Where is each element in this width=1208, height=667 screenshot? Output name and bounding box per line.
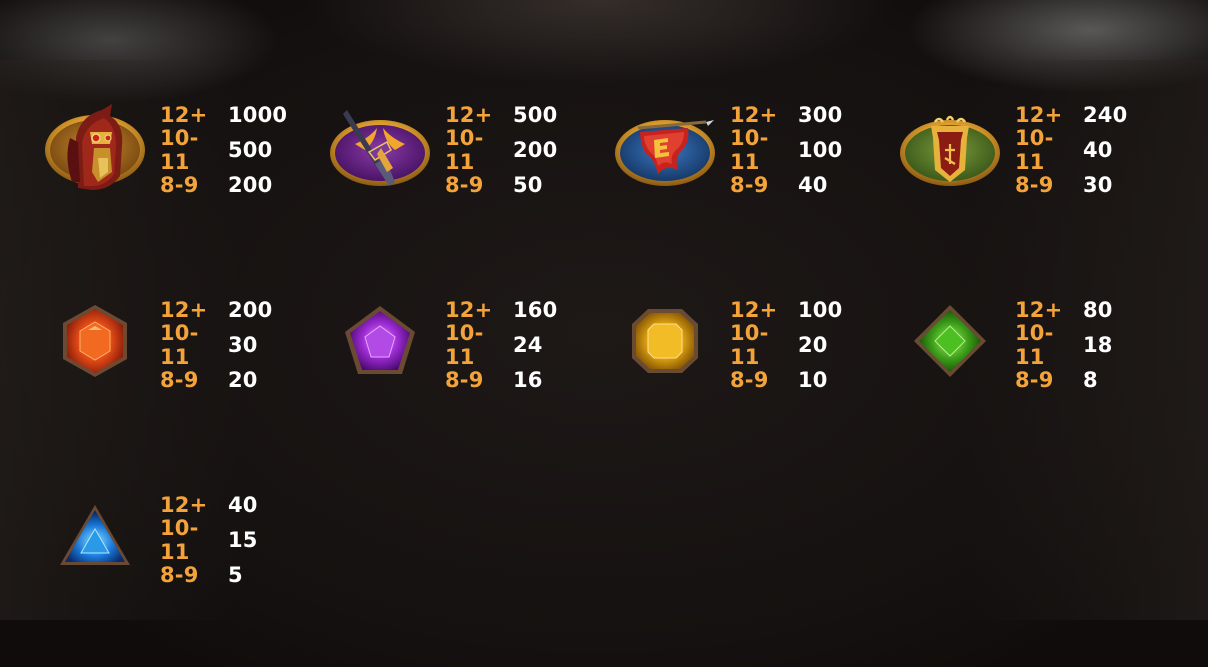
pay-range: 10-11: [730, 125, 769, 174]
pay-row: 8-9 10: [730, 362, 880, 397]
pay-value: 200: [228, 297, 273, 322]
pay-row: 8-9 50: [445, 167, 595, 202]
pay-value: 500: [228, 137, 273, 162]
pay-range: 10-11: [445, 125, 484, 174]
pay-value: 10: [798, 367, 828, 392]
pay-range: 12+: [1015, 297, 1063, 322]
banner-icon: [610, 98, 720, 198]
purple-gem-icon: [325, 290, 435, 390]
pay-range: 8-9: [445, 367, 484, 392]
pay-range: 12+: [160, 297, 208, 322]
pay-value: 30: [1083, 172, 1113, 197]
paytable-entry-horse: 12+ 1000 10-11 500 8-9 200: [160, 97, 310, 202]
pay-range: 10-11: [160, 320, 199, 369]
pay-row: 8-9 16: [445, 362, 595, 397]
pay-value: 300: [798, 102, 843, 127]
horse-icon: [40, 98, 150, 198]
red-gem-icon: [40, 290, 150, 390]
pay-value: 40: [798, 172, 828, 197]
pay-value: 15: [228, 527, 258, 552]
paytable-entry-green-gem: 12+ 80 10-11 18 8-9 8: [1015, 292, 1165, 397]
pay-row: 10-11 30: [160, 321, 310, 369]
pay-value: 100: [798, 137, 843, 162]
pay-value: 40: [1083, 137, 1113, 162]
pay-range: 12+: [160, 492, 208, 517]
pay-value: 30: [228, 332, 258, 357]
pay-value: 200: [513, 137, 558, 162]
pay-row: 8-9 5: [160, 557, 310, 592]
pay-row: 8-9 30: [1015, 167, 1165, 202]
pay-row: 10-11 500: [160, 126, 310, 174]
pay-range: 8-9: [160, 367, 199, 392]
pay-range: 12+: [1015, 102, 1063, 127]
pay-row: 10-11 18: [1015, 321, 1165, 369]
pay-range: 8-9: [730, 172, 769, 197]
pay-range: 12+: [445, 102, 493, 127]
paytable-entry-banner: 12+ 300 10-11 100 8-9 40: [730, 97, 880, 202]
paytable-entry-halberd: 12+ 500 10-11 200 8-9 50: [445, 97, 595, 202]
pay-value: 1000: [228, 102, 288, 127]
pay-value: 160: [513, 297, 558, 322]
pay-row: 10-11 20: [730, 321, 880, 369]
pay-range: 12+: [160, 102, 208, 127]
pay-range: 8-9: [445, 172, 484, 197]
pay-range: 10-11: [1015, 125, 1054, 174]
pay-value: 200: [228, 172, 273, 197]
pay-range: 10-11: [730, 320, 769, 369]
pay-value: 20: [228, 367, 258, 392]
paytable-entry-red-gem: 12+ 200 10-11 30 8-9 20: [160, 292, 310, 397]
pay-range: 12+: [730, 102, 778, 127]
pay-value: 20: [798, 332, 828, 357]
pay-range: 10-11: [1015, 320, 1054, 369]
halberd-icon: [325, 98, 435, 198]
pay-value: 18: [1083, 332, 1113, 357]
pay-range: 8-9: [160, 172, 199, 197]
paytable-entry-shield: 12+ 240 10-11 40 8-9 30: [1015, 97, 1165, 202]
pay-value: 16: [513, 367, 543, 392]
pay-row: 10-11 24: [445, 321, 595, 369]
pay-row: 8-9 200: [160, 167, 310, 202]
pay-value: 24: [513, 332, 543, 357]
pay-value: 240: [1083, 102, 1128, 127]
pay-row: 8-9 40: [730, 167, 880, 202]
pay-row: 10-11 40: [1015, 126, 1165, 174]
pay-row: 8-9 20: [160, 362, 310, 397]
pay-range: 8-9: [160, 562, 199, 587]
pay-row: 8-9 8: [1015, 362, 1165, 397]
green-gem-icon: [895, 290, 1005, 390]
paytable-entry-purple-gem: 12+ 160 10-11 24 8-9 16: [445, 292, 595, 397]
pay-value: 8: [1083, 367, 1098, 392]
pay-row: 10-11 200: [445, 126, 595, 174]
pay-value: 500: [513, 102, 558, 127]
paytable-entry-yellow-gem: 12+ 100 10-11 20 8-9 10: [730, 292, 880, 397]
pay-range: 10-11: [160, 125, 199, 174]
shield-icon: [895, 98, 1005, 198]
pay-value: 40: [228, 492, 258, 517]
pay-value: 5: [228, 562, 243, 587]
pay-value: 80: [1083, 297, 1113, 322]
pay-range: 12+: [730, 297, 778, 322]
pay-value: 100: [798, 297, 843, 322]
pay-range: 10-11: [160, 515, 199, 564]
yellow-gem-icon: [610, 290, 720, 390]
pay-value: 50: [513, 172, 543, 197]
blue-gem-icon: [40, 485, 150, 585]
pay-range: 10-11: [445, 320, 484, 369]
pay-range: 8-9: [1015, 172, 1054, 197]
pay-row: 10-11 15: [160, 516, 310, 564]
pay-row: 10-11 100: [730, 126, 880, 174]
pay-range: 8-9: [730, 367, 769, 392]
pay-range: 12+: [445, 297, 493, 322]
pay-range: 8-9: [1015, 367, 1054, 392]
paytable-entry-blue-gem: 12+ 40 10-11 15 8-9 5: [160, 487, 310, 592]
